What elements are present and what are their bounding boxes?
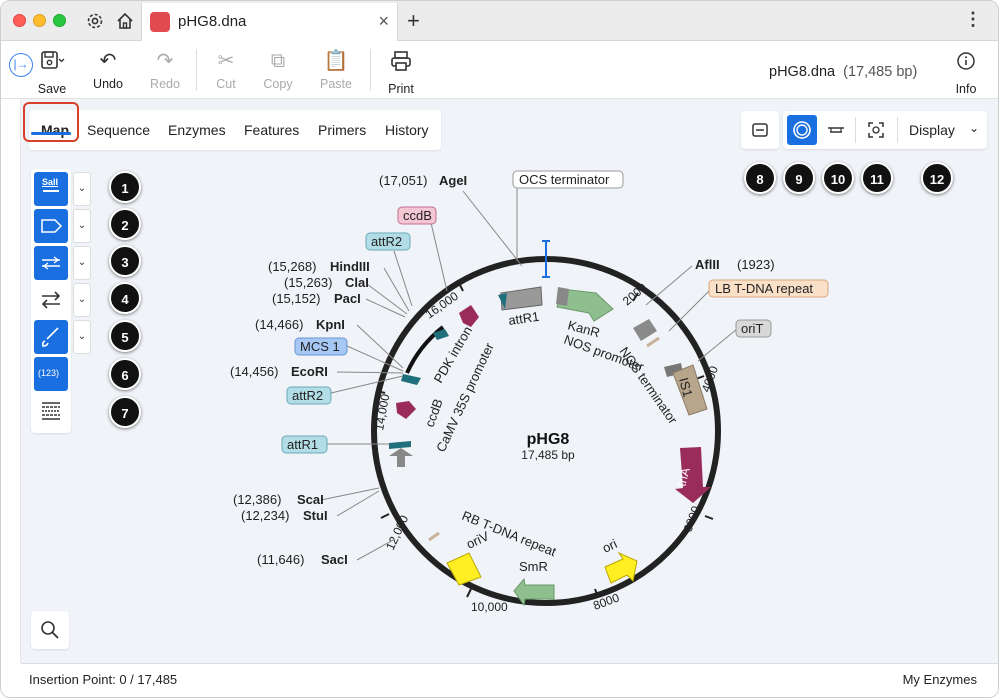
enzyme-position: (14,456) [230,364,278,379]
plasmid-length: 17,485 bp [521,448,575,462]
attr1-box-label[interactable]: attR1 [287,437,318,452]
nos-promoter-feature[interactable] [556,287,569,306]
enzyme-position: (12,386) [233,492,281,507]
smr-label: SmR [519,559,548,574]
enzyme-stuI[interactable]: StuI [303,508,328,523]
attr2-top-marker [433,329,449,340]
nos-terminator-label: NOS terminator [617,344,681,427]
enzyme-position: (17,051) [379,173,427,188]
rb-repeat-feature[interactable] [428,531,440,542]
tick-label: 2000 [620,280,650,308]
enzyme-ageI[interactable]: AgeI [439,173,467,188]
plasmid-name: pHG8 [527,431,570,448]
enzyme-position: (15,152) [272,291,320,306]
enzyme-claI[interactable]: ClaI [345,275,369,290]
enzyme-hindIII[interactable]: HindIII [330,259,370,274]
my-enzymes-button[interactable]: My Enzymes [903,672,977,687]
attr2-label[interactable]: attR2 [292,388,323,403]
attr1-label: attR1 [507,309,540,328]
attr2-label[interactable]: attR2 [371,234,402,249]
enzyme-position: (15,268) [268,259,316,274]
mcs-label[interactable]: MCS 1 [300,339,340,354]
insertion-point-status: Insertion Point: 0 / 17,485 [29,672,178,687]
ccdb-label[interactable]: ccdB [403,208,432,223]
enzyme-kpnI[interactable]: KpnI [316,317,345,332]
enzyme-position: (15,263) [284,275,332,290]
enzyme-position: (1923) [737,257,775,272]
attr1-left-feature[interactable] [389,448,413,467]
tick-label: 4000 [699,364,721,394]
status-bar: Insertion Point: 0 / 17,485 My Enzymes [21,663,998,697]
enzyme-aflII[interactable]: AflII [695,257,720,272]
tick-label: 10,000 [471,600,508,614]
attr1-left-marker [389,441,411,449]
ori-label: ori [600,536,620,556]
enzyme-pacI[interactable]: PacI [334,291,361,306]
enzyme-sacI[interactable]: SacI [321,552,348,567]
attr2-mid-marker [401,374,421,385]
attr1-feature[interactable] [500,286,543,311]
plasmid-map[interactable]: 2000 4000 6000 8000 10,000 12,000 14,000… [1,1,999,698]
ori-feature[interactable] [604,551,638,584]
ccdb-lower-feature[interactable] [396,401,416,419]
ocs-terminator-label[interactable]: OCS terminator [519,172,610,187]
enzyme-ecoRI[interactable]: EcoRI [291,364,328,379]
orit-label[interactable]: oriT [741,321,763,336]
lb-repeat-feature[interactable] [646,336,660,348]
app-window: pHG8.dna × + ⋮ |→ Save ↶ Undo ↷ Redo ✂ C… [0,0,999,698]
enzyme-scaI[interactable]: ScaI [297,492,324,507]
enzyme-position: (12,234) [241,508,289,523]
nos-terminator-feature[interactable] [633,319,657,341]
enzyme-position: (11,646) [257,552,304,567]
enzyme-position: (14,466) [255,317,303,332]
lb-repeat-label[interactable]: LB T-DNA repeat [715,281,813,296]
ccdb-inner-label: ccdB [422,397,446,429]
oriv-feature[interactable] [446,552,482,586]
tick-label: 6000 [681,504,703,534]
